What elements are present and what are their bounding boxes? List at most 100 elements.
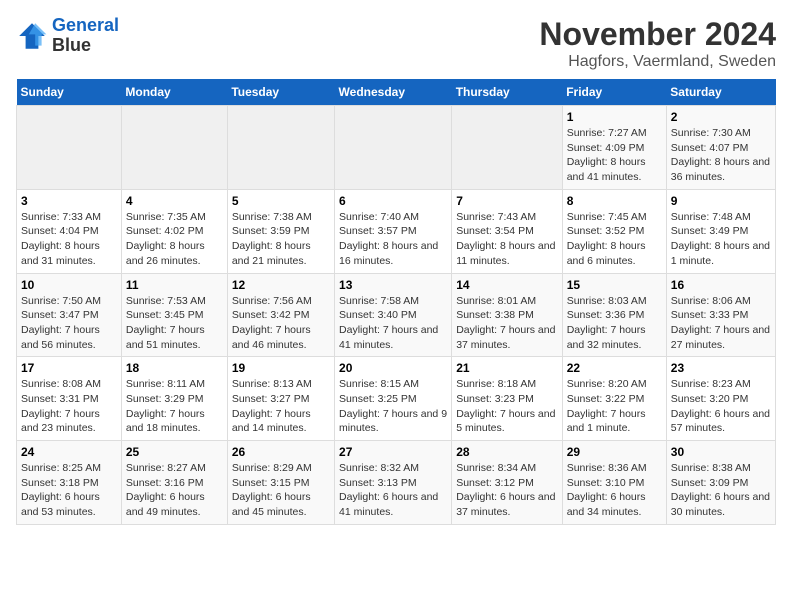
calendar-cell: 19 Sunrise: 8:13 AM Sunset: 3:27 PM Dayli… bbox=[227, 357, 334, 441]
logo-text: General Blue bbox=[52, 16, 119, 56]
logo-line2: Blue bbox=[52, 35, 91, 55]
page-header: General Blue November 2024 Hagfors, Vaer… bbox=[16, 16, 776, 71]
day-number: 19 bbox=[232, 361, 330, 375]
day-number: 24 bbox=[21, 445, 117, 459]
calendar-cell: 11Sunrise: 7:53 AM Sunset: 3:45 PM Dayli… bbox=[121, 273, 227, 357]
day-number: 15 bbox=[567, 278, 662, 292]
title-block: November 2024 Hagfors, Vaermland, Sweden bbox=[539, 16, 776, 71]
day-number: 7 bbox=[456, 194, 558, 208]
calendar-cell: 16Sunrise: 8:06 AM Sunset: 3:33 PM Dayli… bbox=[666, 273, 775, 357]
day-info: Sunrise: 7:33 AM Sunset: 4:04 PM Dayligh… bbox=[21, 210, 117, 269]
day-number: 21 bbox=[456, 361, 558, 375]
header-cell-tuesday: Tuesday bbox=[227, 79, 334, 106]
day-info: Sunrise: 8:11 AM Sunset: 3:29 PM Dayligh… bbox=[126, 377, 223, 436]
day-number: 26 bbox=[232, 445, 330, 459]
calendar-cell: 29 Sunrise: 8:36 AM Sunset: 3:10 PM Dayli… bbox=[562, 441, 666, 525]
header-cell-friday: Friday bbox=[562, 79, 666, 106]
subtitle: Hagfors, Vaermland, Sweden bbox=[539, 53, 776, 71]
day-info: Sunrise: 7:48 AM Sunset: 3:49 PM Dayligh… bbox=[671, 210, 771, 269]
calendar-cell: 24 Sunrise: 8:25 AM Sunset: 3:18 PM Dayli… bbox=[17, 441, 122, 525]
calendar-cell: 15 Sunrise: 8:03 AM Sunset: 3:36 PM Dayli… bbox=[562, 273, 666, 357]
day-info: Sunrise: 7:35 AM Sunset: 4:02 PM Dayligh… bbox=[126, 210, 223, 269]
calendar-cell: 25 Sunrise: 8:27 AM Sunset: 3:16 PM Dayli… bbox=[121, 441, 227, 525]
day-number: 8 bbox=[567, 194, 662, 208]
day-number: 9 bbox=[671, 194, 771, 208]
day-info: Sunrise: 8:13 AM Sunset: 3:27 PM Dayligh… bbox=[232, 377, 330, 436]
week-row-3: 10 Sunrise: 7:50 AM Sunset: 3:47 PM Dayli… bbox=[17, 273, 776, 357]
day-number: 5 bbox=[232, 194, 330, 208]
logo-icon bbox=[16, 20, 48, 52]
week-row-5: 24 Sunrise: 8:25 AM Sunset: 3:18 PM Dayli… bbox=[17, 441, 776, 525]
day-number: 22 bbox=[567, 361, 662, 375]
day-number: 17 bbox=[21, 361, 117, 375]
calendar-cell: 5 Sunrise: 7:38 AM Sunset: 3:59 PM Daylig… bbox=[227, 189, 334, 273]
day-number: 27 bbox=[339, 445, 447, 459]
day-number: 23 bbox=[671, 361, 771, 375]
day-info: Sunrise: 7:45 AM Sunset: 3:52 PM Dayligh… bbox=[567, 210, 662, 269]
day-info: Sunrise: 8:15 AM Sunset: 3:25 PM Dayligh… bbox=[339, 377, 447, 436]
day-info: Sunrise: 7:27 AM Sunset: 4:09 PM Dayligh… bbox=[567, 126, 662, 185]
calendar-cell: 27 Sunrise: 8:32 AM Sunset: 3:13 PM Dayli… bbox=[335, 441, 452, 525]
header-cell-saturday: Saturday bbox=[666, 79, 775, 106]
day-number: 10 bbox=[21, 278, 117, 292]
day-info: Sunrise: 7:30 AM Sunset: 4:07 PM Dayligh… bbox=[671, 126, 771, 185]
day-info: Sunrise: 8:25 AM Sunset: 3:18 PM Dayligh… bbox=[21, 461, 117, 520]
day-number: 14 bbox=[456, 278, 558, 292]
header-cell-sunday: Sunday bbox=[17, 79, 122, 106]
day-info: Sunrise: 8:20 AM Sunset: 3:22 PM Dayligh… bbox=[567, 377, 662, 436]
calendar-cell: 26 Sunrise: 8:29 AM Sunset: 3:15 PM Dayli… bbox=[227, 441, 334, 525]
calendar-cell: 1 Sunrise: 7:27 AM Sunset: 4:09 PM Daylig… bbox=[562, 106, 666, 190]
day-info: Sunrise: 8:38 AM Sunset: 3:09 PM Dayligh… bbox=[671, 461, 771, 520]
day-number: 28 bbox=[456, 445, 558, 459]
calendar-cell: 20 Sunrise: 8:15 AM Sunset: 3:25 PM Dayli… bbox=[335, 357, 452, 441]
calendar-cell bbox=[227, 106, 334, 190]
calendar-cell: 12Sunrise: 7:56 AM Sunset: 3:42 PM Dayli… bbox=[227, 273, 334, 357]
day-number: 11 bbox=[126, 278, 223, 292]
calendar-header: SundayMondayTuesdayWednesdayThursdayFrid… bbox=[17, 79, 776, 106]
calendar-cell: 30 Sunrise: 8:38 AM Sunset: 3:09 PM Dayli… bbox=[666, 441, 775, 525]
calendar-cell: 4Sunrise: 7:35 AM Sunset: 4:02 PM Daylig… bbox=[121, 189, 227, 273]
day-info: Sunrise: 7:50 AM Sunset: 3:47 PM Dayligh… bbox=[21, 294, 117, 353]
calendar-cell: 17 Sunrise: 8:08 AM Sunset: 3:31 PM Dayli… bbox=[17, 357, 122, 441]
calendar-cell: 2 Sunrise: 7:30 AM Sunset: 4:07 PM Daylig… bbox=[666, 106, 775, 190]
header-row: SundayMondayTuesdayWednesdayThursdayFrid… bbox=[17, 79, 776, 106]
week-row-2: 3Sunrise: 7:33 AM Sunset: 4:04 PM Daylig… bbox=[17, 189, 776, 273]
calendar-cell: 22 Sunrise: 8:20 AM Sunset: 3:22 PM Dayli… bbox=[562, 357, 666, 441]
day-info: Sunrise: 7:43 AM Sunset: 3:54 PM Dayligh… bbox=[456, 210, 558, 269]
header-cell-wednesday: Wednesday bbox=[335, 79, 452, 106]
calendar-cell bbox=[121, 106, 227, 190]
calendar-cell: 13 Sunrise: 7:58 AM Sunset: 3:40 PM Dayli… bbox=[335, 273, 452, 357]
day-info: Sunrise: 8:27 AM Sunset: 3:16 PM Dayligh… bbox=[126, 461, 223, 520]
week-row-1: 1 Sunrise: 7:27 AM Sunset: 4:09 PM Daylig… bbox=[17, 106, 776, 190]
day-info: Sunrise: 7:38 AM Sunset: 3:59 PM Dayligh… bbox=[232, 210, 330, 269]
day-number: 2 bbox=[671, 110, 771, 124]
day-number: 30 bbox=[671, 445, 771, 459]
day-info: Sunrise: 8:03 AM Sunset: 3:36 PM Dayligh… bbox=[567, 294, 662, 353]
day-number: 1 bbox=[567, 110, 662, 124]
calendar-cell: 8 Sunrise: 7:45 AM Sunset: 3:52 PM Daylig… bbox=[562, 189, 666, 273]
calendar-cell: 14 Sunrise: 8:01 AM Sunset: 3:38 PM Dayli… bbox=[452, 273, 563, 357]
week-row-4: 17 Sunrise: 8:08 AM Sunset: 3:31 PM Dayli… bbox=[17, 357, 776, 441]
day-number: 16 bbox=[671, 278, 771, 292]
calendar-cell: 3Sunrise: 7:33 AM Sunset: 4:04 PM Daylig… bbox=[17, 189, 122, 273]
calendar-cell bbox=[452, 106, 563, 190]
day-info: Sunrise: 8:23 AM Sunset: 3:20 PM Dayligh… bbox=[671, 377, 771, 436]
calendar-cell: 7 Sunrise: 7:43 AM Sunset: 3:54 PM Daylig… bbox=[452, 189, 563, 273]
calendar-cell: 18Sunrise: 8:11 AM Sunset: 3:29 PM Dayli… bbox=[121, 357, 227, 441]
calendar-body: 1 Sunrise: 7:27 AM Sunset: 4:09 PM Daylig… bbox=[17, 106, 776, 525]
calendar-table: SundayMondayTuesdayWednesdayThursdayFrid… bbox=[16, 79, 776, 525]
day-number: 13 bbox=[339, 278, 447, 292]
logo-line1: General bbox=[52, 15, 119, 35]
day-number: 20 bbox=[339, 361, 447, 375]
header-cell-monday: Monday bbox=[121, 79, 227, 106]
day-info: Sunrise: 8:01 AM Sunset: 3:38 PM Dayligh… bbox=[456, 294, 558, 353]
day-number: 25 bbox=[126, 445, 223, 459]
day-number: 29 bbox=[567, 445, 662, 459]
day-info: Sunrise: 8:29 AM Sunset: 3:15 PM Dayligh… bbox=[232, 461, 330, 520]
day-info: Sunrise: 8:08 AM Sunset: 3:31 PM Dayligh… bbox=[21, 377, 117, 436]
day-info: Sunrise: 8:36 AM Sunset: 3:10 PM Dayligh… bbox=[567, 461, 662, 520]
day-info: Sunrise: 8:32 AM Sunset: 3:13 PM Dayligh… bbox=[339, 461, 447, 520]
day-info: Sunrise: 7:58 AM Sunset: 3:40 PM Dayligh… bbox=[339, 294, 447, 353]
day-info: Sunrise: 8:34 AM Sunset: 3:12 PM Dayligh… bbox=[456, 461, 558, 520]
day-info: Sunrise: 8:18 AM Sunset: 3:23 PM Dayligh… bbox=[456, 377, 558, 436]
